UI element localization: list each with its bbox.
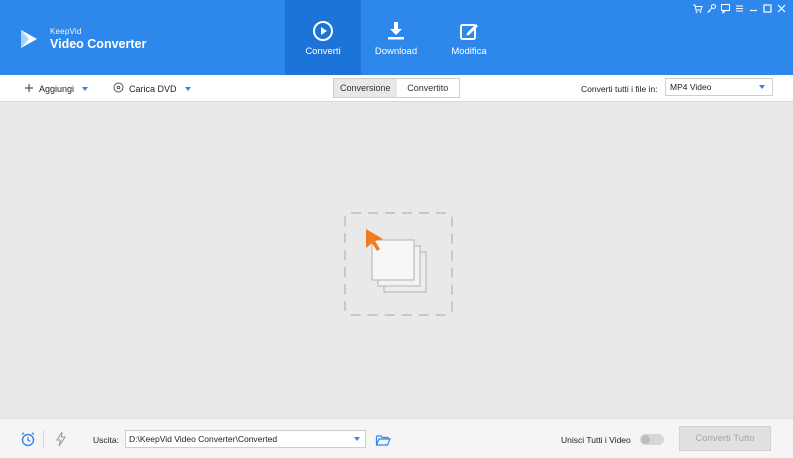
- merge-all-toggle[interactable]: [640, 434, 664, 445]
- view-segment-control: Conversione Convertito: [333, 78, 460, 98]
- cart-icon[interactable]: [691, 3, 703, 15]
- output-path-select[interactable]: D:\KeepVid Video Converter\Converted: [125, 430, 366, 448]
- output-path-value: D:\KeepVid Video Converter\Converted: [129, 434, 278, 444]
- output-format-value: MP4 Video: [670, 82, 712, 92]
- toggle-knob: [641, 435, 650, 444]
- plus-icon: [24, 83, 34, 95]
- tab-download-label: Download: [374, 46, 418, 57]
- chevron-down-icon: [759, 85, 765, 89]
- logo-icon: [21, 30, 37, 48]
- output-label: Uscita:: [93, 435, 119, 445]
- toolbar: Aggiungi Carica DVD Conversione Converti…: [0, 75, 793, 102]
- divider: [43, 430, 44, 448]
- tab-converti-label: Converti: [305, 46, 341, 57]
- disc-icon: [113, 82, 124, 95]
- add-files-button[interactable]: Aggiungi: [24, 81, 89, 96]
- chevron-down-icon[interactable]: [82, 86, 89, 91]
- load-dvd-button[interactable]: Carica DVD: [113, 81, 191, 96]
- brand-name: Video Converter: [50, 36, 147, 51]
- maximize-icon[interactable]: [761, 3, 773, 15]
- merge-all-label: Unisci Tutti i Video: [561, 435, 631, 445]
- app-header: KeepVid Video Converter Converti Downloa…: [0, 0, 793, 75]
- download-icon: [388, 22, 404, 40]
- edit-icon: [460, 24, 478, 40]
- add-files-label: Aggiungi: [39, 83, 75, 94]
- load-dvd-label: Carica DVD: [129, 83, 177, 94]
- menu-icon[interactable]: [733, 3, 745, 15]
- convert-all-to-label: Converti tutti i file in:: [581, 84, 658, 94]
- key-icon[interactable]: [705, 3, 717, 15]
- tab-download[interactable]: Download: [358, 0, 434, 75]
- tab-modifica[interactable]: Modifica: [431, 0, 507, 75]
- brand: KeepVid Video Converter: [18, 26, 146, 52]
- add-files-icon[interactable]: [344, 212, 453, 316]
- output-format-select[interactable]: MP4 Video: [665, 78, 773, 96]
- alarm-clock-icon[interactable]: [20, 431, 36, 447]
- file-list-area[interactable]: [0, 102, 793, 418]
- window-controls: [691, 3, 787, 15]
- brand-small-text: KeepVid: [50, 26, 82, 36]
- segment-convertito[interactable]: Convertito: [397, 79, 460, 97]
- tab-modifica-label: Modifica: [451, 46, 487, 57]
- segment-conversione[interactable]: Conversione: [334, 79, 397, 97]
- tab-converti[interactable]: Converti: [285, 0, 361, 75]
- convert-all-button[interactable]: Converti Tutto: [679, 426, 771, 451]
- chevron-down-icon[interactable]: [184, 86, 191, 91]
- chevron-down-icon: [354, 437, 360, 441]
- lightning-icon[interactable]: [53, 431, 69, 447]
- minimize-icon[interactable]: [747, 3, 759, 15]
- play-circle-icon: [313, 21, 333, 41]
- close-icon[interactable]: [775, 3, 787, 15]
- footer-bar: Uscita: D:\KeepVid Video Converter\Conve…: [0, 418, 793, 458]
- folder-open-icon[interactable]: [375, 432, 391, 448]
- feedback-icon[interactable]: [719, 3, 731, 15]
